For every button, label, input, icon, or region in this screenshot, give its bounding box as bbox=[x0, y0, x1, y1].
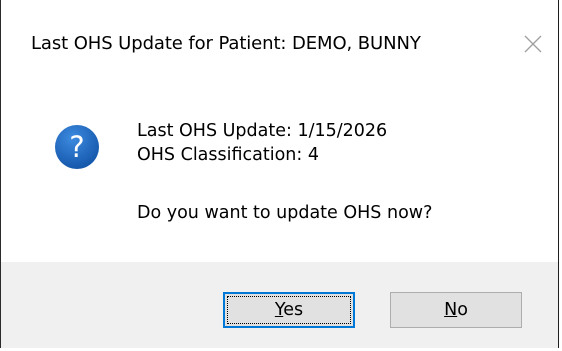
close-icon bbox=[524, 35, 542, 53]
question-icon: ? bbox=[55, 125, 99, 169]
no-button-label: No bbox=[444, 300, 468, 320]
dialog-title: Last OHS Update for Patient: DEMO, BUNNY bbox=[31, 33, 421, 54]
no-button[interactable]: No bbox=[390, 292, 522, 328]
classification-text: OHS Classification: 4 bbox=[137, 145, 319, 165]
last-update-text: Last OHS Update: 1/15/2026 bbox=[137, 121, 388, 141]
question-text: Do you want to update OHS now? bbox=[137, 203, 433, 223]
message-dialog: Last OHS Update for Patient: DEMO, BUNNY… bbox=[0, 0, 559, 348]
svg-text:?: ? bbox=[69, 130, 84, 164]
yes-button[interactable]: Yes bbox=[223, 292, 355, 328]
close-button[interactable] bbox=[513, 24, 553, 64]
dialog-body: ? Last OHS Update: 1/15/2026 OHS Classif… bbox=[1, 86, 558, 262]
no-label-rest: o bbox=[457, 300, 468, 320]
dialog-footer: Yes No bbox=[1, 262, 558, 348]
dialog-titlebar: Last OHS Update for Patient: DEMO, BUNNY bbox=[1, 0, 558, 86]
focus-ring bbox=[227, 296, 351, 324]
no-mnemonic: N bbox=[444, 300, 458, 320]
